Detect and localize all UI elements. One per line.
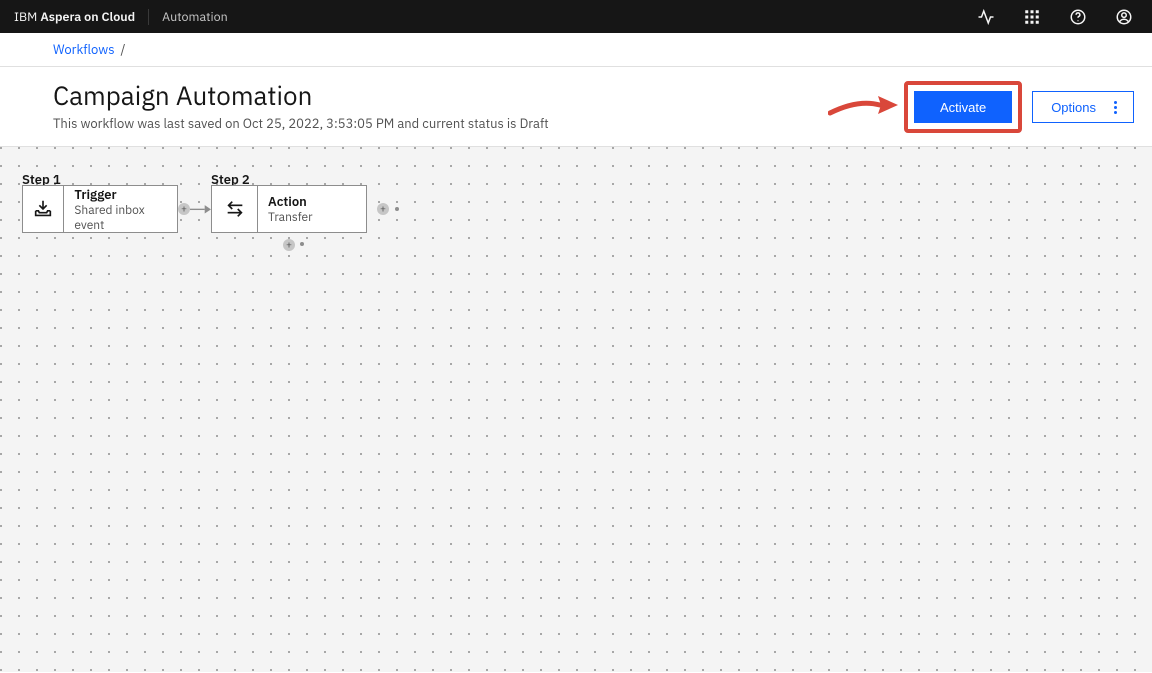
breadcrumb-root[interactable]: Workflows <box>53 41 115 58</box>
breadcrumb-bar: Workflows / <box>0 33 1152 67</box>
kebab-icon <box>1114 101 1117 114</box>
node-title: Action <box>268 193 313 210</box>
topbar: IBM Aspera on Cloud Automation <box>0 0 1152 33</box>
node-subtitle: Shared inbox event <box>74 203 167 233</box>
options-button-label: Options <box>1051 100 1096 115</box>
add-step-below-icon[interactable]: + <box>283 239 295 251</box>
trigger-icon <box>23 186 64 232</box>
transfer-icon <box>212 186 258 232</box>
brand-divider <box>148 9 149 25</box>
canvas-decoration-dot <box>300 242 304 246</box>
title-actions: Activate Options <box>904 79 1134 133</box>
activate-button[interactable]: Activate <box>914 91 1012 123</box>
breadcrumb-separator: / <box>121 41 126 58</box>
workflow-node-trigger[interactable]: Trigger Shared inbox event <box>22 185 178 233</box>
topbar-section[interactable]: Automation <box>162 9 228 25</box>
page-title: Campaign Automation <box>53 79 549 113</box>
topbar-right <box>972 3 1138 31</box>
options-button[interactable]: Options <box>1032 91 1134 123</box>
title-row: Campaign Automation This workflow was la… <box>0 67 1152 147</box>
help-icon[interactable] <box>1064 3 1092 31</box>
user-avatar-icon[interactable] <box>1110 3 1138 31</box>
activate-highlight: Activate <box>904 81 1022 133</box>
activity-icon[interactable] <box>972 3 1000 31</box>
brand[interactable]: IBM Aspera on Cloud <box>14 9 135 25</box>
page-subtitle: This workflow was last saved on Oct 25, … <box>53 115 549 132</box>
add-step-after-icon[interactable]: + <box>377 203 389 215</box>
add-step-between-icon[interactable]: + <box>178 203 190 215</box>
brand-prefix: IBM <box>14 9 37 25</box>
workflow-node-action[interactable]: Action Transfer <box>211 185 367 233</box>
annotation-arrow-icon <box>828 93 898 121</box>
canvas-decoration-dot <box>395 207 399 211</box>
node-subtitle: Transfer <box>268 210 313 225</box>
workflow-canvas[interactable]: Step 1 Trigger Shared inbox event + Step… <box>0 147 1152 672</box>
node-title: Trigger <box>74 186 167 203</box>
apps-grid-icon[interactable] <box>1018 3 1046 31</box>
brand-product: Aspera on Cloud <box>40 9 135 25</box>
node-connector: + <box>178 202 211 216</box>
title-column: Campaign Automation This workflow was la… <box>53 79 549 132</box>
